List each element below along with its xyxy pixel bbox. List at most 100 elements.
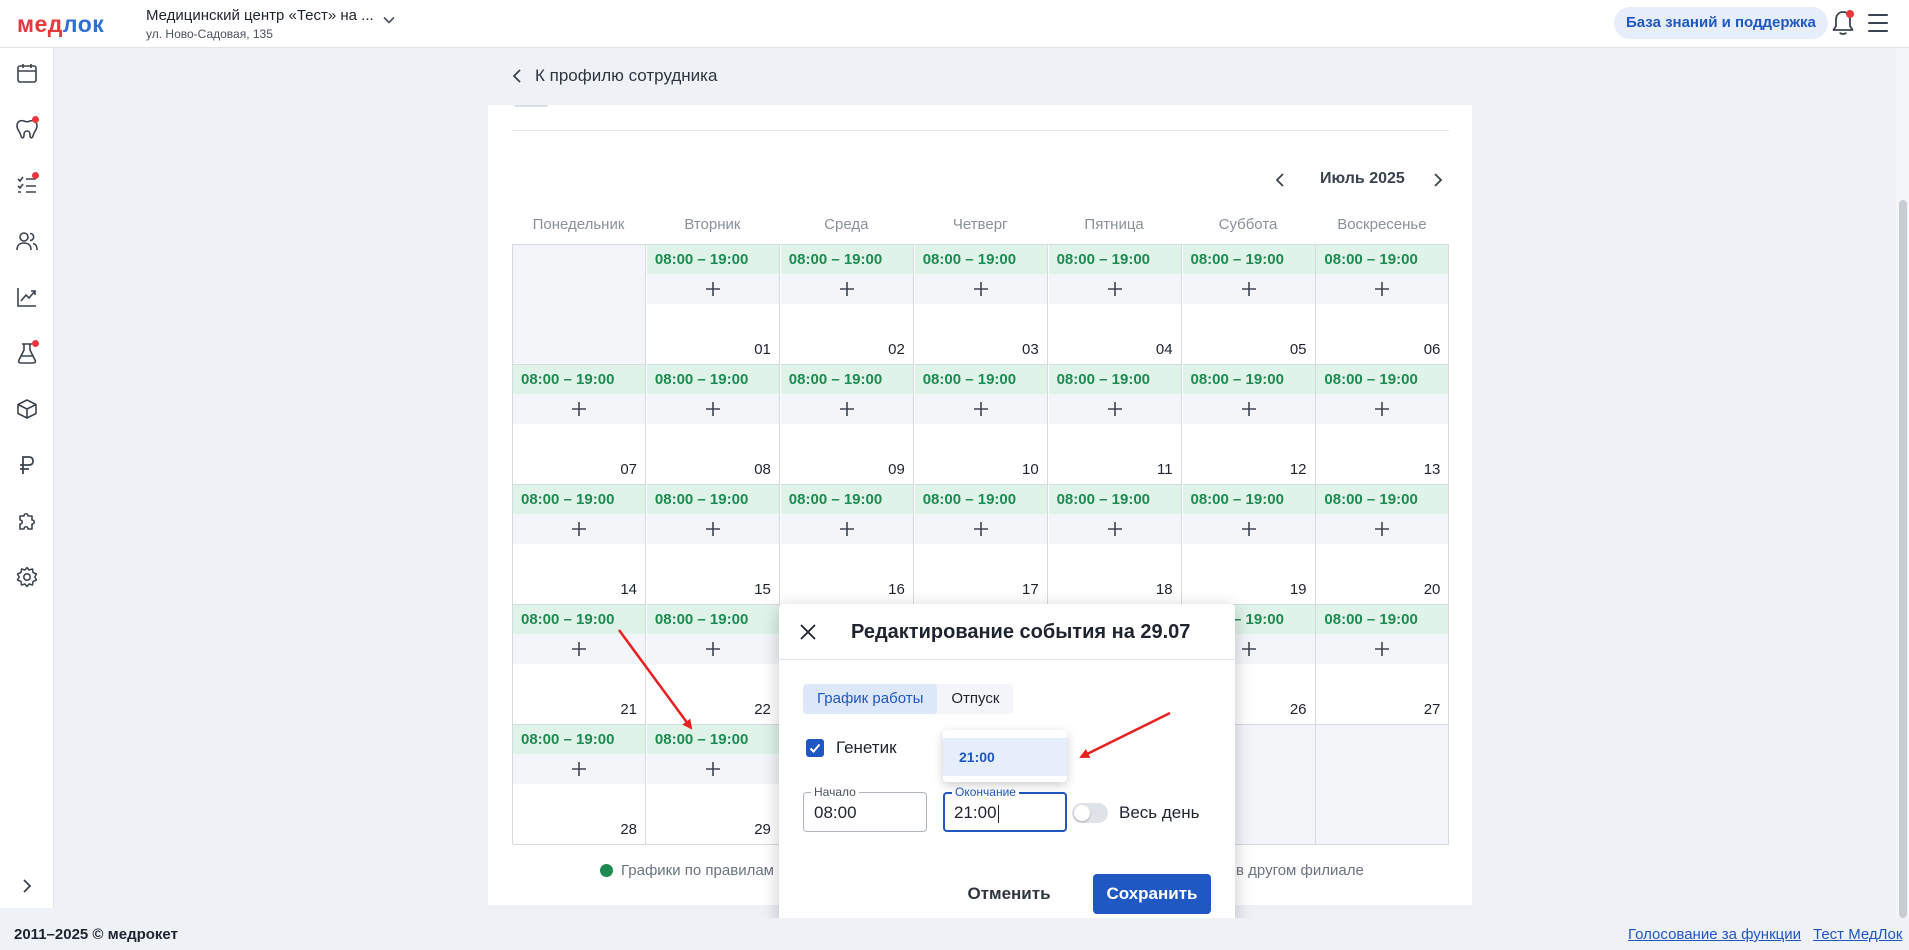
schedule-time-band[interactable]: 08:00 – 19:00 <box>780 245 913 274</box>
specialty-checkbox-row[interactable]: Генетик <box>806 738 897 758</box>
schedule-time-band[interactable]: 08:00 – 19:00 <box>914 485 1047 514</box>
schedule-time-band[interactable]: 08:00 – 19:00 <box>513 605 645 634</box>
close-icon[interactable] <box>797 621 819 643</box>
add-event-button[interactable] <box>1048 514 1181 544</box>
add-event-button[interactable] <box>513 634 645 664</box>
add-event-button[interactable] <box>646 634 779 664</box>
calendar-day-cell[interactable]: 08:00 – 19:00 16 <box>780 485 914 605</box>
page-scrollbar-thumb[interactable] <box>1899 200 1907 918</box>
schedule-time-band[interactable]: 08:00 – 19:00 <box>1048 365 1181 394</box>
calendar-day-cell[interactable]: 08:00 – 19:00 02 <box>780 245 914 365</box>
end-time-input[interactable]: 21:00 <box>954 803 999 823</box>
schedule-time-band[interactable]: 08:00 – 19:00 <box>646 485 779 514</box>
add-event-button[interactable] <box>646 274 779 304</box>
calendar-day-cell[interactable]: 08:00 – 19:00 14 <box>513 485 646 605</box>
calendar-day-cell[interactable]: 08:00 – 19:00 21 <box>513 605 646 725</box>
dropdown-option[interactable]: 21:00 <box>943 738 1067 776</box>
add-event-button[interactable] <box>1048 274 1181 304</box>
add-event-button[interactable] <box>646 514 779 544</box>
sidebar-item-tasks[interactable] <box>12 170 42 200</box>
schedule-time-band[interactable]: 08:00 – 19:00 <box>646 605 779 634</box>
schedule-time-band[interactable]: 08:00 – 19:00 <box>1316 605 1449 634</box>
calendar-day-cell[interactable]: 08:00 – 19:00 10 <box>914 365 1048 485</box>
prev-month-button[interactable] <box>1272 171 1290 189</box>
calendar-day-cell[interactable]: 08:00 – 19:00 19 <box>1182 485 1316 605</box>
schedule-time-band[interactable]: 08:00 – 19:00 <box>1316 245 1449 274</box>
end-time-field[interactable]: Окончание 21:00 <box>943 785 1067 832</box>
add-event-button[interactable] <box>1316 394 1449 424</box>
calendar-day-cell[interactable]: 08:00 – 19:00 12 <box>1182 365 1316 485</box>
sidebar-item-finance[interactable] <box>12 450 42 480</box>
schedule-time-band[interactable]: 08:00 – 19:00 <box>780 365 913 394</box>
schedule-time-band[interactable]: 08:00 – 19:00 <box>780 485 913 514</box>
all-day-toggle[interactable] <box>1072 803 1108 823</box>
test-medlok-link[interactable]: Тест МедЛок <box>1813 926 1902 943</box>
add-event-button[interactable] <box>1316 274 1449 304</box>
sidebar-item-lab[interactable] <box>12 338 42 368</box>
sidebar-item-settings[interactable] <box>12 562 42 592</box>
schedule-time-band[interactable]: 08:00 – 19:00 <box>1048 485 1181 514</box>
calendar-day-cell[interactable]: 08:00 – 19:00 20 <box>1316 485 1450 605</box>
schedule-time-band[interactable]: 08:00 – 19:00 <box>914 245 1047 274</box>
clinic-selector[interactable]: Медицинский центр «Тест» на ... ул. Ново… <box>146 7 374 41</box>
schedule-time-band[interactable]: 08:00 – 19:00 <box>1182 245 1315 274</box>
add-event-button[interactable] <box>780 274 913 304</box>
calendar-day-cell[interactable]: 08:00 – 19:00 15 <box>646 485 780 605</box>
add-event-button[interactable] <box>1048 394 1181 424</box>
schedule-time-band[interactable]: 08:00 – 19:00 <box>1316 485 1449 514</box>
save-button[interactable]: Сохранить <box>1093 874 1211 914</box>
calendar-day-cell[interactable]: 08:00 – 19:00 07 <box>513 365 646 485</box>
add-event-button[interactable] <box>914 274 1047 304</box>
add-event-button[interactable] <box>1316 514 1449 544</box>
add-event-button[interactable] <box>1316 634 1449 664</box>
medlok-logo[interactable]: медлок <box>17 11 104 38</box>
calendar-day-cell[interactable]: 08:00 – 19:00 13 <box>1316 365 1450 485</box>
schedule-time-band[interactable]: 08:00 – 19:00 <box>914 365 1047 394</box>
calendar-day-cell[interactable]: 08:00 – 19:00 05 <box>1182 245 1316 365</box>
notifications-button[interactable] <box>1830 9 1856 37</box>
calendar-day-cell[interactable]: 08:00 – 19:00 09 <box>780 365 914 485</box>
sidebar-item-integrations[interactable] <box>12 506 42 536</box>
schedule-time-band[interactable]: 08:00 – 19:00 <box>646 725 779 754</box>
calendar-day-cell[interactable]: 08:00 – 19:00 27 <box>1316 605 1450 725</box>
add-event-button[interactable] <box>646 754 779 784</box>
back-to-profile-link[interactable]: К профилю сотрудника <box>511 64 717 88</box>
add-event-button[interactable] <box>914 394 1047 424</box>
add-event-button[interactable] <box>1182 394 1315 424</box>
add-event-button[interactable] <box>1182 514 1315 544</box>
next-month-button[interactable] <box>1428 171 1446 189</box>
schedule-time-band[interactable]: 08:00 – 19:00 <box>1316 365 1449 394</box>
chevron-down-icon[interactable] <box>382 13 396 27</box>
add-event-button[interactable] <box>513 514 645 544</box>
menu-icon[interactable] <box>1868 14 1888 32</box>
tab-work-schedule[interactable]: График работы <box>803 684 938 714</box>
sidebar-expand-icon[interactable] <box>17 876 37 896</box>
calendar-day-cell[interactable]: 08:00 – 19:00 06 <box>1316 245 1450 365</box>
sidebar-item-dentistry[interactable] <box>12 114 42 144</box>
calendar-day-cell[interactable]: 08:00 – 19:00 08 <box>646 365 780 485</box>
calendar-day-cell[interactable]: 08:00 – 19:00 29 <box>646 725 780 845</box>
calendar-day-cell[interactable]: 08:00 – 19:00 22 <box>646 605 780 725</box>
cancel-button[interactable]: Отменить <box>954 874 1064 914</box>
sidebar-item-calendar[interactable] <box>12 58 42 88</box>
sidebar-item-users[interactable] <box>12 226 42 256</box>
add-event-button[interactable] <box>780 394 913 424</box>
schedule-time-band[interactable]: 08:00 – 19:00 <box>513 365 645 394</box>
tab-vacation[interactable]: Отпуск <box>937 684 1013 714</box>
schedule-time-band[interactable]: 08:00 – 19:00 <box>1182 485 1315 514</box>
schedule-time-band[interactable]: 08:00 – 19:00 <box>513 485 645 514</box>
add-event-button[interactable] <box>513 394 645 424</box>
add-event-button[interactable] <box>513 754 645 784</box>
calendar-day-cell[interactable]: 08:00 – 19:00 01 <box>646 245 780 365</box>
knowledge-base-button[interactable]: База знаний и поддержка <box>1614 7 1828 39</box>
calendar-day-cell[interactable]: 08:00 – 19:00 17 <box>914 485 1048 605</box>
sidebar-item-warehouse[interactable] <box>12 394 42 424</box>
add-event-button[interactable] <box>780 514 913 544</box>
sidebar-item-analytics[interactable] <box>12 282 42 312</box>
schedule-time-band[interactable]: 08:00 – 19:00 <box>1048 245 1181 274</box>
schedule-time-band[interactable]: 08:00 – 19:00 <box>646 245 779 274</box>
schedule-time-band[interactable]: 08:00 – 19:00 <box>513 725 645 754</box>
add-event-button[interactable] <box>914 514 1047 544</box>
start-time-field[interactable]: Начало 08:00 <box>803 785 927 832</box>
calendar-day-cell[interactable]: 08:00 – 19:00 03 <box>914 245 1048 365</box>
